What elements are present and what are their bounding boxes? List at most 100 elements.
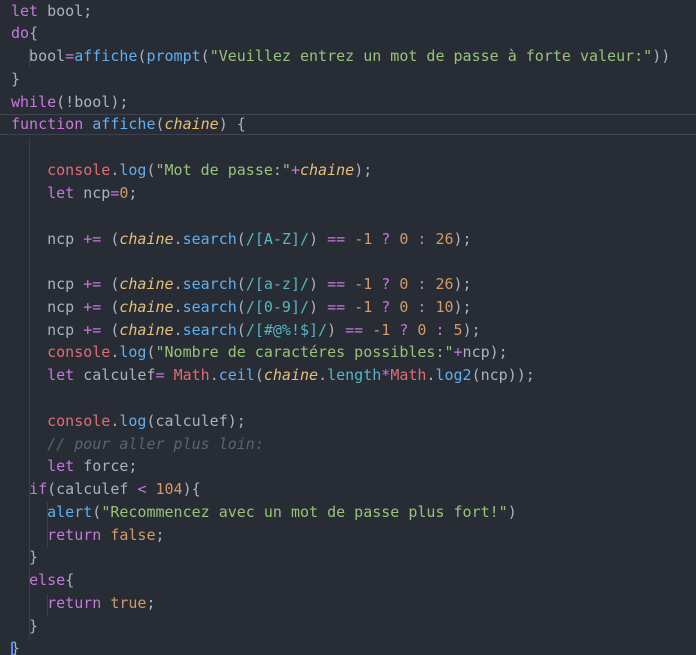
token: 5 bbox=[453, 321, 463, 339]
token: ncp bbox=[11, 298, 84, 316]
token: 26 bbox=[435, 275, 454, 293]
token: ); bbox=[453, 275, 472, 293]
token: let bbox=[47, 366, 75, 384]
code-line-20[interactable]: // pour aller plus loin: bbox=[11, 433, 264, 456]
code-line-6[interactable]: function affiche(chaine) { bbox=[11, 113, 246, 136]
token: 104 bbox=[155, 480, 183, 498]
token: ); bbox=[354, 161, 373, 179]
token: ; bbox=[146, 594, 156, 612]
code-line-14[interactable]: ncp += (chaine.search(/[0-9]/) == -1 ? 0… bbox=[11, 296, 472, 319]
token: + bbox=[290, 161, 300, 179]
token: while bbox=[11, 93, 57, 111]
token: == bbox=[345, 321, 364, 339]
token: affiche bbox=[92, 115, 156, 133]
code-line-8[interactable]: console.log("Mot de passe:"+chaine); bbox=[11, 159, 372, 182]
token: return bbox=[47, 526, 102, 544]
token: ); bbox=[453, 298, 472, 316]
token: "Mot de passe:" bbox=[155, 161, 291, 179]
token: ( bbox=[236, 275, 246, 293]
token: : bbox=[435, 321, 445, 339]
token: search bbox=[182, 230, 237, 248]
code-line-26[interactable]: else{ bbox=[11, 569, 74, 592]
token: alert bbox=[47, 503, 93, 521]
token: search bbox=[182, 321, 237, 339]
token: chaine bbox=[119, 275, 174, 293]
token: ? bbox=[381, 298, 391, 316]
code-line-15[interactable]: ncp += (chaine.search(/[#@%!$]/) == -1 ?… bbox=[11, 319, 481, 342]
code-line-25[interactable]: } bbox=[11, 546, 38, 569]
token: = bbox=[65, 47, 75, 65]
code-line-5[interactable]: while(!bool); bbox=[11, 91, 128, 114]
token: ? bbox=[381, 230, 391, 248]
token: "Recommencez avec un mot de passe plus f… bbox=[101, 503, 508, 521]
token: if bbox=[29, 480, 48, 498]
token: console bbox=[11, 343, 111, 361]
token: search bbox=[182, 298, 237, 316]
token: += bbox=[83, 298, 102, 316]
token: chaine bbox=[164, 115, 219, 133]
token: // pour aller plus loin: bbox=[11, 435, 264, 453]
token: ncp bbox=[11, 275, 84, 293]
token: ( bbox=[254, 366, 264, 384]
code-editor[interactable]: let bool; do{ bool=affiche(prompt("Veuil… bbox=[0, 0, 696, 655]
token: ncp bbox=[74, 184, 111, 202]
text-cursor bbox=[11, 642, 13, 655]
code-line-19[interactable]: console.log(calculef); bbox=[11, 410, 246, 433]
code-line-9[interactable]: let ncp=0; bbox=[11, 182, 137, 205]
code-line-2[interactable]: do{ bbox=[11, 22, 38, 45]
token: + bbox=[453, 343, 463, 361]
token: Math bbox=[173, 366, 210, 384]
code-line-11[interactable]: ncp += (chaine.search(/[A-Z]/) == -1 ? 0… bbox=[11, 228, 471, 251]
code-line-3[interactable]: bool=affiche(prompt("Veuillez entrez un … bbox=[11, 45, 670, 68]
code-line-28[interactable]: } bbox=[11, 615, 38, 638]
code-line-1[interactable]: let bool; bbox=[11, 0, 92, 23]
token: )) bbox=[652, 47, 671, 65]
token: == bbox=[327, 230, 346, 248]
token: ) bbox=[309, 275, 328, 293]
code-line-17[interactable]: let calculef= Math.ceil(chaine.length*Ma… bbox=[11, 364, 535, 387]
token: calculef bbox=[74, 366, 156, 384]
token: "Nombre de caractéres possibles:" bbox=[155, 343, 454, 361]
token: 10 bbox=[435, 298, 454, 316]
token: false bbox=[110, 526, 156, 544]
token: log bbox=[119, 343, 147, 361]
token: return bbox=[47, 594, 102, 612]
token: . bbox=[173, 321, 183, 339]
token: (!bool); bbox=[56, 93, 129, 111]
token: . bbox=[318, 366, 328, 384]
token: -1 bbox=[372, 321, 391, 339]
token: prompt bbox=[146, 47, 201, 65]
token: ) bbox=[309, 298, 328, 316]
token: ( bbox=[155, 115, 165, 133]
token: ncp bbox=[11, 230, 84, 248]
token: ( bbox=[101, 321, 120, 339]
token: affiche bbox=[74, 47, 138, 65]
code-line-4[interactable]: } bbox=[11, 68, 20, 91]
token: ) bbox=[327, 321, 346, 339]
token: else bbox=[29, 571, 66, 589]
code-line-23[interactable]: alert("Recommencez avec un mot de passe … bbox=[11, 501, 517, 524]
token: { bbox=[65, 571, 75, 589]
code-line-21[interactable]: let force; bbox=[11, 455, 137, 478]
token: += bbox=[83, 321, 102, 339]
code-line-27[interactable]: return true; bbox=[11, 592, 156, 615]
code-line-24[interactable]: return false; bbox=[11, 524, 165, 547]
code-line-16[interactable]: console.log("Nombre de caractéres possib… bbox=[11, 341, 508, 364]
token: ? bbox=[381, 275, 391, 293]
token: do bbox=[11, 24, 30, 42]
token: chaine bbox=[119, 298, 174, 316]
code-line-22[interactable]: if(calculef < 104){ bbox=[11, 478, 201, 501]
token: } bbox=[11, 70, 21, 88]
token: ; bbox=[155, 526, 165, 544]
token: ( bbox=[92, 503, 102, 521]
code-line-13[interactable]: ncp += (chaine.search(/[a-z]/) == -1 ? 0… bbox=[11, 273, 472, 296]
